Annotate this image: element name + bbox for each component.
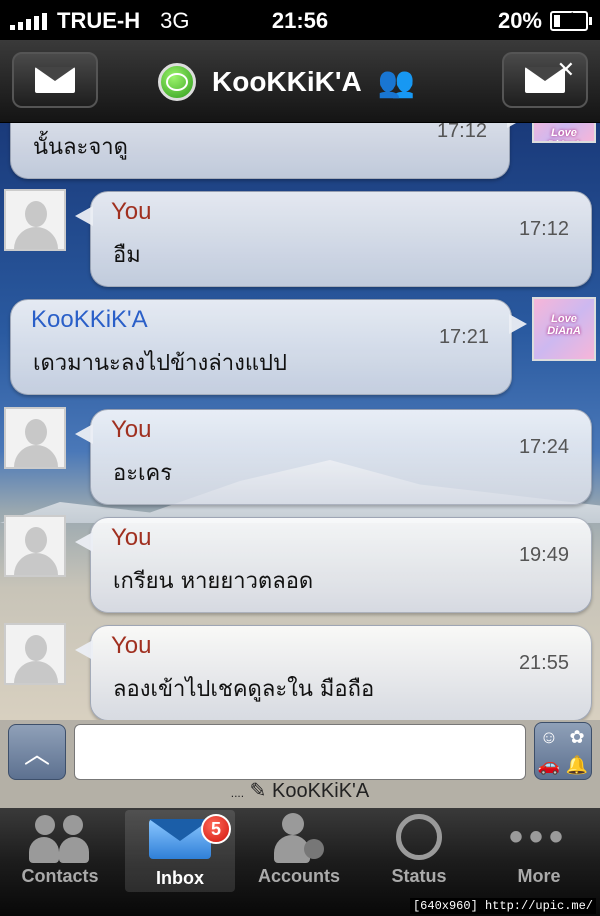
pencil-icon: ✎ bbox=[249, 780, 267, 802]
my-avatar[interactable] bbox=[4, 407, 66, 469]
message-input[interactable] bbox=[74, 724, 526, 780]
message-text: นั้นละจาดู bbox=[33, 135, 128, 160]
message-sender: You bbox=[111, 524, 152, 551]
chat-title: KooKKiK'A 👥 bbox=[158, 54, 415, 110]
status-bar: TRUE-H 3G 21:56 20% ⚡ bbox=[0, 0, 600, 40]
battery-percent: 20% bbox=[497, 8, 542, 33]
tab-label: Accounts bbox=[257, 866, 340, 886]
message-bubble[interactable]: You 17:12 อืม bbox=[75, 191, 592, 287]
message-sender: You bbox=[111, 198, 152, 225]
car-icon: 🚗 bbox=[537, 754, 561, 775]
battery: 20% ⚡ bbox=[497, 8, 592, 34]
contact-avatar[interactable]: Love DiAnA bbox=[532, 123, 596, 143]
bell-icon: 🔔 bbox=[565, 754, 589, 775]
message-time: 17:24 bbox=[518, 436, 569, 458]
smiley-icon: ☺ bbox=[539, 726, 559, 747]
tab-more[interactable]: ••• More bbox=[484, 808, 594, 894]
message-time: 17:21 bbox=[438, 326, 489, 348]
tab-bar: Contacts Inbox 5 Accounts Status ••• Mor… bbox=[0, 808, 600, 916]
message-sender: You bbox=[111, 632, 152, 659]
status-icon bbox=[364, 808, 474, 866]
tab-label: Status bbox=[391, 866, 447, 886]
message-bubble[interactable]: You 17:24 อะเคร bbox=[75, 409, 592, 505]
contact-name: KooKKiK'A bbox=[212, 66, 362, 97]
contacts-icon bbox=[5, 808, 115, 866]
message-bubble[interactable]: KooKKiK'A 17:21 เดวมานะลงไปข้างล่างแปป bbox=[10, 299, 527, 395]
message-bubble[interactable]: You 19:49 เกรียน หายยาวตลอด bbox=[75, 517, 592, 613]
message-text: เกรียน หายยาวตลอด bbox=[113, 569, 314, 594]
tab-label: Inbox bbox=[156, 868, 204, 888]
image-watermark: [640x960] http://upic.me/ bbox=[409, 898, 596, 914]
tab-accounts[interactable]: Accounts bbox=[244, 808, 354, 894]
online-status-icon bbox=[158, 63, 196, 101]
close-chat-button[interactable]: ✕ bbox=[502, 52, 588, 108]
envelope-close-icon: ✕ bbox=[525, 57, 575, 93]
tab-contacts[interactable]: Contacts bbox=[5, 808, 115, 894]
tab-label: Contacts bbox=[21, 866, 99, 886]
inbox-back-button[interactable] bbox=[12, 52, 98, 108]
message-text: เดวมานะลงไปข้างล่างแปป bbox=[33, 351, 287, 376]
my-avatar[interactable] bbox=[4, 623, 66, 685]
my-avatar[interactable] bbox=[4, 189, 66, 251]
message-text: ลองเข้าไปเชคดูละใน มือถือ bbox=[113, 677, 375, 702]
typing-name: KooKKiK'A bbox=[272, 780, 370, 802]
emoticon-button[interactable]: ☺ ✿ 🚗 🔔 bbox=[534, 722, 592, 780]
message-time: 21:55 bbox=[518, 652, 569, 674]
battery-icon: ⚡ bbox=[550, 9, 592, 31]
nav-bar: KooKKiK'A 👥 ✕ bbox=[0, 40, 600, 123]
expand-button[interactable]: ︿ bbox=[8, 724, 66, 780]
message-time: 19:49 bbox=[518, 544, 569, 566]
tab-status[interactable]: Status bbox=[364, 808, 474, 894]
more-icon: ••• bbox=[508, 814, 569, 859]
message-text: อะเคร bbox=[113, 461, 173, 486]
chat-area[interactable]: 17:12 นั้นละจาดู Love DiAnA You 17:12 อื… bbox=[0, 123, 600, 720]
message-bubble[interactable]: You 21:55 ลองเข้าไปเชคดูละใน มือถือ bbox=[75, 625, 592, 720]
compose-bar: ︿ ☺ ✿ 🚗 🔔 .... ✎ KooKKiK'A bbox=[0, 720, 600, 808]
my-avatar[interactable] bbox=[4, 515, 66, 577]
message-sender: KooKKiK'A bbox=[31, 306, 148, 333]
chevron-up-icon: ︿ bbox=[23, 738, 50, 769]
message-text: อืม bbox=[113, 243, 141, 268]
message-time: 17:12 bbox=[436, 123, 487, 142]
tab-inbox[interactable]: Inbox 5 bbox=[125, 810, 235, 892]
tab-label: More bbox=[517, 866, 561, 886]
group-icon[interactable]: 👥 bbox=[378, 65, 415, 100]
unread-badge: 5 bbox=[201, 814, 231, 844]
message-time: 17:12 bbox=[518, 218, 569, 240]
typing-indicator: .... ✎ KooKKiK'A bbox=[230, 780, 370, 802]
flower-icon: ✿ bbox=[569, 726, 585, 747]
message-bubble[interactable]: 17:12 นั้นละจาดู bbox=[10, 123, 525, 179]
accounts-icon bbox=[244, 808, 354, 866]
envelope-icon bbox=[35, 67, 75, 93]
contact-avatar[interactable]: Love DiAnA bbox=[532, 297, 596, 361]
message-sender: You bbox=[111, 416, 152, 443]
